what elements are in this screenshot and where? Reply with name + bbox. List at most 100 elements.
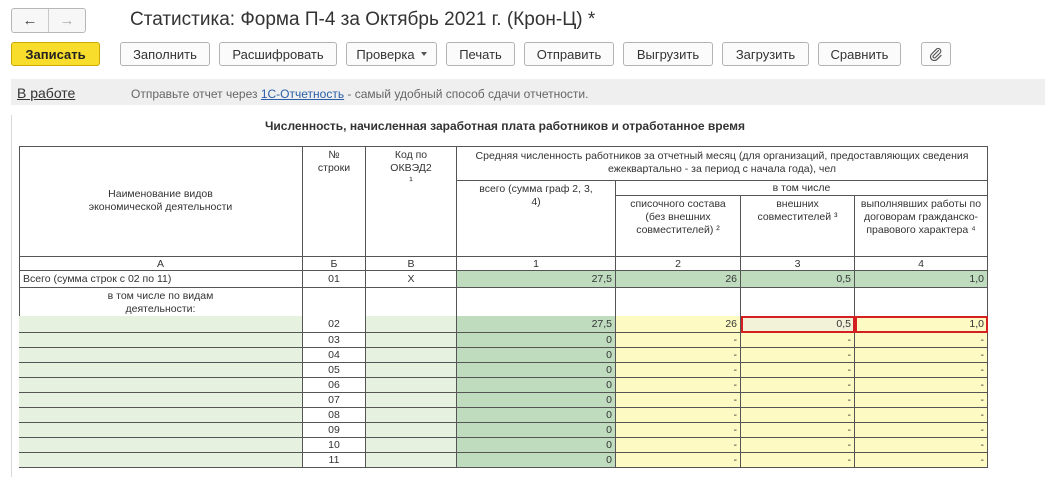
status-link[interactable]: В работе <box>17 85 75 101</box>
row-04-okved[interactable] <box>366 348 457 363</box>
decode-button[interactable]: Расшифровать <box>219 42 337 66</box>
row-06-col4[interactable]: - <box>855 378 988 393</box>
row-06-activity-name[interactable] <box>19 378 303 393</box>
row-10-col2[interactable]: - <box>616 438 741 453</box>
row-06-col3[interactable]: - <box>741 378 855 393</box>
print-button[interactable]: Печать <box>446 42 515 66</box>
header-activity-name: Наименование видов экономической деятель… <box>19 146 303 257</box>
row-05-okved[interactable] <box>366 363 457 378</box>
arrow-left-icon: ← <box>22 12 38 29</box>
row-05-number: 05 <box>303 363 366 378</box>
row-07-okved[interactable] <box>366 393 457 408</box>
column-code-7: 4 <box>855 257 988 271</box>
column-code-2: Б <box>303 257 366 271</box>
row-11-col3[interactable]: - <box>741 453 855 468</box>
row-11-col1: 0 <box>457 453 616 468</box>
column-code-5: 2 <box>616 257 741 271</box>
row-10-col4[interactable]: - <box>855 438 988 453</box>
arrow-right-icon: → <box>59 12 75 29</box>
row-05-col1: 0 <box>457 363 616 378</box>
row-07-col1: 0 <box>457 393 616 408</box>
row-02-number: 02 <box>303 316 366 333</box>
row-06-okved[interactable] <box>366 378 457 393</box>
row-04-col2[interactable]: - <box>616 348 741 363</box>
row-08-col2[interactable]: - <box>616 408 741 423</box>
row-09-col1: 0 <box>457 423 616 438</box>
subheading-spacer-4 <box>616 288 741 316</box>
row-10-activity-name[interactable] <box>19 438 303 453</box>
row-total-okved: Х <box>366 271 457 288</box>
attach-button[interactable] <box>921 42 951 66</box>
row-07-col2[interactable]: - <box>616 393 741 408</box>
row-04-activity-name[interactable] <box>19 348 303 363</box>
window-title: Статистика: Форма П-4 за Октябрь 2021 г.… <box>130 9 596 30</box>
back-button[interactable]: ← <box>12 9 49 32</box>
record-button[interactable]: Записать <box>11 42 100 66</box>
row-02-okved[interactable] <box>366 316 457 333</box>
row-05-col4[interactable]: - <box>855 363 988 378</box>
row-09-col4[interactable]: - <box>855 423 988 438</box>
check-dropdown-button[interactable]: Проверка <box>346 42 437 66</box>
row-08-col4[interactable]: - <box>855 408 988 423</box>
column-code-4: 1 <box>457 257 616 271</box>
export-button[interactable]: Выгрузить <box>623 42 713 66</box>
row-04-col3[interactable]: - <box>741 348 855 363</box>
row-04-col4[interactable]: - <box>855 348 988 363</box>
row-02-col2[interactable]: 26 <box>616 316 741 333</box>
fill-button[interactable]: Заполнить <box>120 42 210 66</box>
row-10-okved[interactable] <box>366 438 457 453</box>
subheading-by-activity: в том числе по видам деятельности: <box>19 288 303 316</box>
row-09-okved[interactable] <box>366 423 457 438</box>
row-03-number: 03 <box>303 333 366 348</box>
subheading-spacer-5 <box>741 288 855 316</box>
column-code-1: А <box>19 257 303 271</box>
row-11-number: 11 <box>303 453 366 468</box>
forward-button[interactable]: → <box>49 9 85 32</box>
row-08-col1: 0 <box>457 408 616 423</box>
subheading-spacer-3 <box>457 288 616 316</box>
import-button[interactable]: Загрузить <box>722 42 809 66</box>
row-total-col3: 0,5 <box>741 271 855 288</box>
header-payroll-staff: списочного состава (без внешних совмести… <box>616 196 741 257</box>
row-02-activity-name[interactable] <box>19 316 303 333</box>
row-03-col3[interactable]: - <box>741 333 855 348</box>
row-03-col1: 0 <box>457 333 616 348</box>
row-06-col2[interactable]: - <box>616 378 741 393</box>
row-07-col3[interactable]: - <box>741 393 855 408</box>
row-02-col1: 27,5 <box>457 316 616 333</box>
row-03-okved[interactable] <box>366 333 457 348</box>
row-02-col3[interactable]: 0,5 <box>741 316 855 333</box>
row-09-col2[interactable]: - <box>616 423 741 438</box>
row-04-col1: 0 <box>457 348 616 363</box>
row-03-col4[interactable]: - <box>855 333 988 348</box>
row-09-number: 09 <box>303 423 366 438</box>
row-09-activity-name[interactable] <box>19 423 303 438</box>
reporting-service-link[interactable]: 1С-Отчетность <box>261 87 344 101</box>
row-02-col4[interactable]: 1,0 <box>855 316 988 333</box>
row-03-activity-name[interactable] <box>19 333 303 348</box>
row-08-activity-name[interactable] <box>19 408 303 423</box>
row-10-number: 10 <box>303 438 366 453</box>
row-08-okved[interactable] <box>366 408 457 423</box>
row-05-col3[interactable]: - <box>741 363 855 378</box>
row-11-col2[interactable]: - <box>616 453 741 468</box>
row-07-activity-name[interactable] <box>19 393 303 408</box>
header-external-part-timers: внешних совместителей ³ <box>741 196 855 257</box>
sheet-edge <box>11 115 12 477</box>
row-09-col3[interactable]: - <box>741 423 855 438</box>
row-total-col4: 1,0 <box>855 271 988 288</box>
row-11-col4[interactable]: - <box>855 453 988 468</box>
compare-button[interactable]: Сравнить <box>818 42 901 66</box>
row-10-col3[interactable]: - <box>741 438 855 453</box>
info-text-before: Отправьте отчет через <box>131 87 261 101</box>
row-11-activity-name[interactable] <box>19 453 303 468</box>
row-07-col4[interactable]: - <box>855 393 988 408</box>
send-button[interactable]: Отправить <box>524 42 614 66</box>
row-total-number: 01 <box>303 271 366 288</box>
row-08-col3[interactable]: - <box>741 408 855 423</box>
report-title: Численность, начисленная заработная плат… <box>264 119 746 133</box>
row-05-activity-name[interactable] <box>19 363 303 378</box>
row-05-col2[interactable]: - <box>616 363 741 378</box>
row-11-okved[interactable] <box>366 453 457 468</box>
row-03-col2[interactable]: - <box>616 333 741 348</box>
